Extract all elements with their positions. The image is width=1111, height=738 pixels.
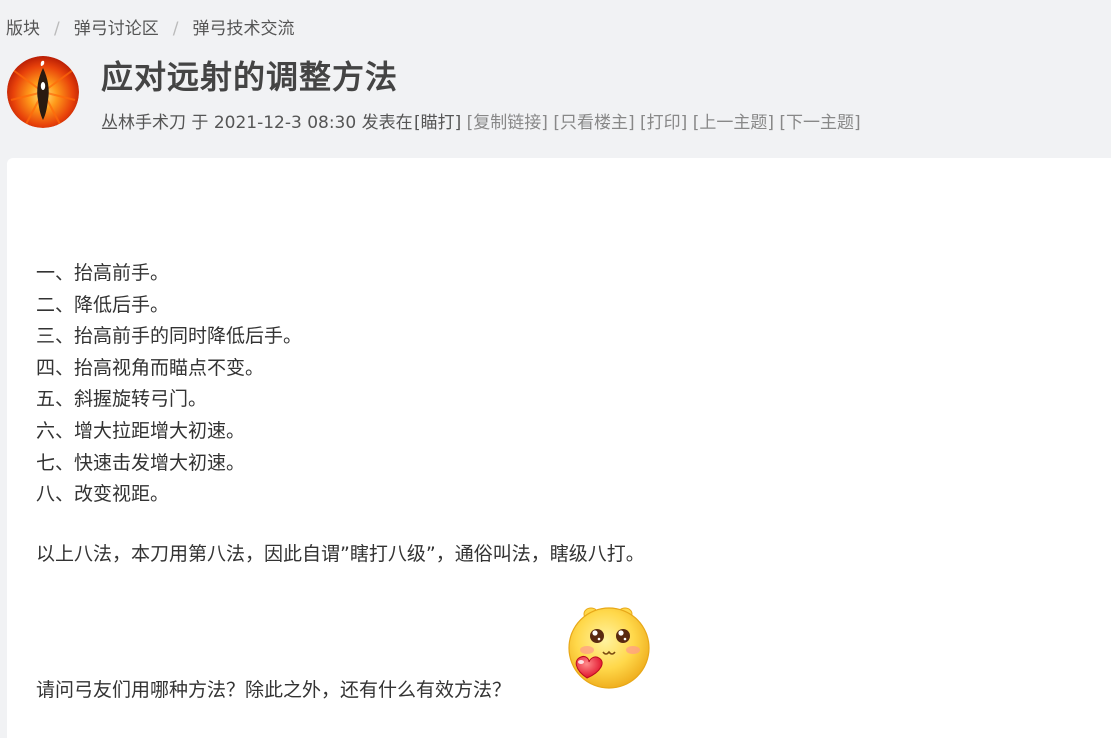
copy-link-button[interactable]: [复制链接] (467, 113, 548, 133)
post-line: 八、改变视距。 (36, 483, 170, 506)
post-line: 五、斜握旋转弓门。 (36, 388, 208, 411)
thread-title: 应对远射的调整方法 (101, 58, 399, 96)
breadcrumb-separator: / (54, 19, 60, 39)
post-summary: 以上八法，本刀用第八法，因此自谓”瞎打八级”，通俗叫法，瞎级八打。 (36, 543, 645, 565)
smiley-heart-icon (565, 604, 655, 694)
post-body: 一、抬高前手。 二、降低后手。 三、抬高前手的同时降低后手。 四、抬高视角而瞄点… (36, 258, 302, 511)
post-line: 三、抬高前手的同时降低后手。 (36, 325, 303, 348)
thread-meta: 丛林手术刀 于 2021-12-3 08:30 发表在 [瞄打] [复制链接] … (101, 108, 861, 133)
breadcrumb-item-slingshot-forum[interactable]: 弹弓讨论区 (74, 19, 159, 39)
posted-in-label: 发表在 (361, 113, 413, 133)
posted-prefix: 于 (191, 113, 209, 133)
next-thread-button[interactable]: [下一主题] (779, 113, 860, 133)
previous-thread-button[interactable]: [上一主题] (693, 113, 774, 133)
post-line: 一、抬高前手。 (36, 262, 170, 284)
post-line: 二、降低后手。 (36, 293, 170, 316)
only-author-button[interactable]: [只看楼主] (553, 113, 634, 133)
avatar-flame-icon (7, 56, 79, 128)
post-question: 请问弓友们用哪种方法？除此之外，还有什么有效方法？ (36, 679, 512, 701)
category-link[interactable]: [瞄打] (414, 113, 461, 133)
post-line: 四、抬高视角而瞄点不变。 (36, 356, 265, 379)
avatar[interactable] (7, 56, 79, 128)
post-content-card: 一、抬高前手。 二、降低后手。 三、抬高前手的同时降低后手。 四、抬高视角而瞄点… (7, 158, 1111, 738)
author-link[interactable]: 丛林手术刀 (101, 113, 186, 133)
post-line: 七、快速击发增大初速。 (36, 451, 246, 474)
post-line: 六、增大拉距增大初速。 (36, 419, 246, 442)
print-button[interactable]: [打印] (640, 113, 687, 133)
breadcrumb: 版块 / 弹弓讨论区 / 弹弓技术交流 (6, 14, 294, 39)
breadcrumb-separator: / (172, 19, 179, 39)
post-datetime: 2021-12-3 08:30 (213, 113, 357, 133)
breadcrumb-item-slingshot-tech[interactable]: 弹弓技术交流 (192, 19, 294, 39)
breadcrumb-item-boards[interactable]: 版块 (6, 19, 40, 39)
